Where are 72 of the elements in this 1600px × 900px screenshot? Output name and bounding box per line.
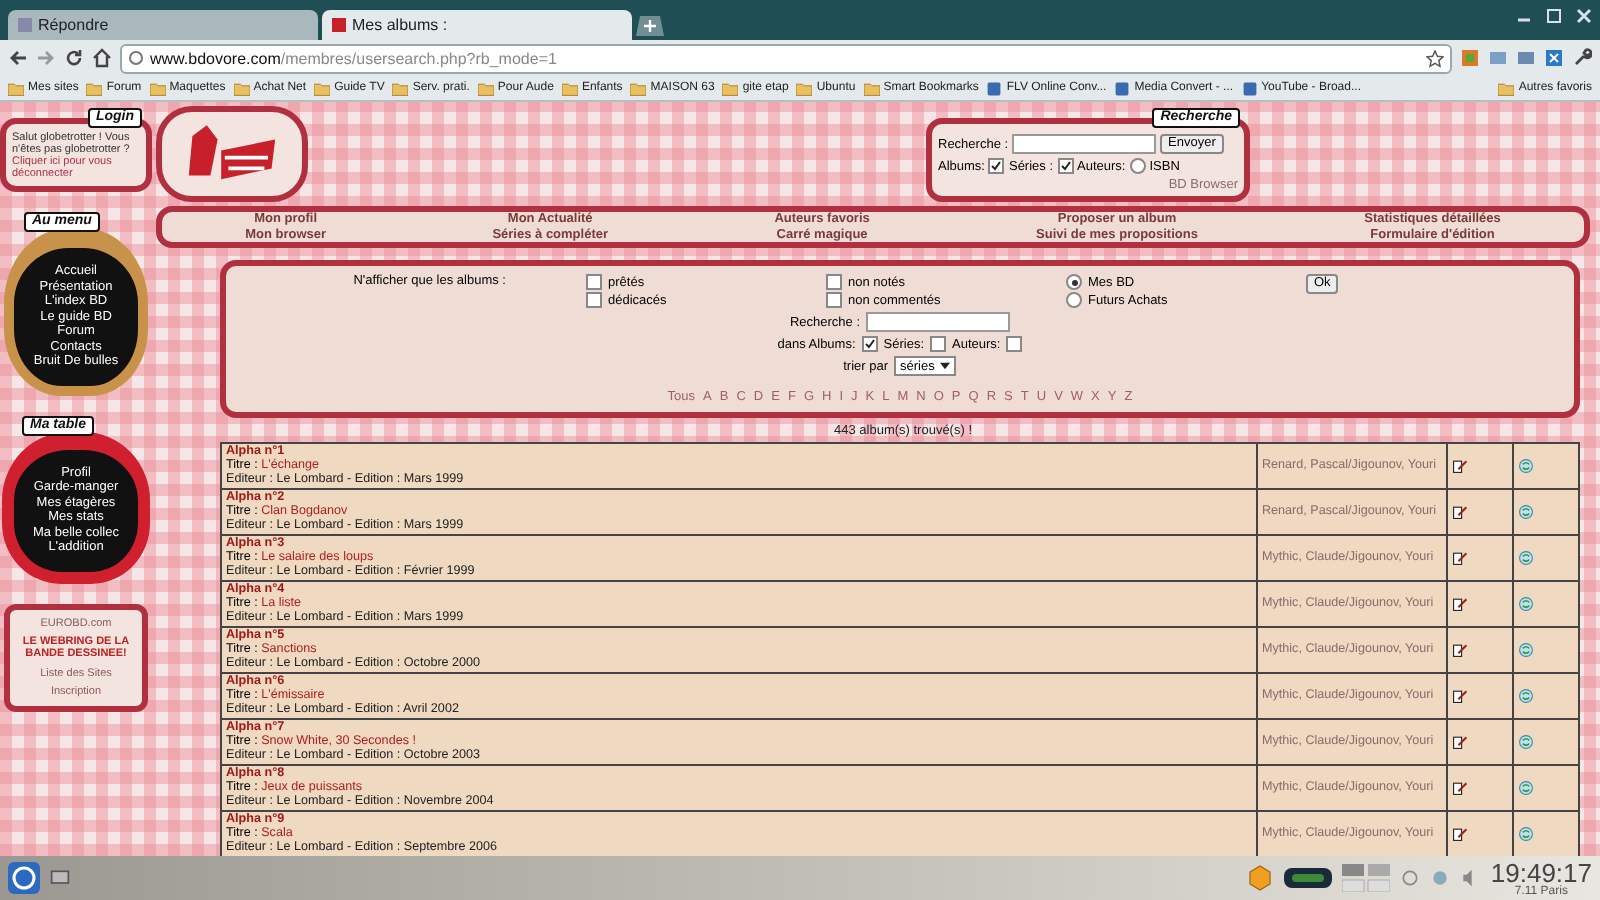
checkbox[interactable] [826, 274, 842, 290]
folder-icon [392, 81, 409, 95]
edit-icon[interactable] [1452, 688, 1468, 704]
new-tab-icon[interactable] [636, 16, 664, 36]
folder-icon [233, 81, 250, 95]
folder-icon [722, 81, 739, 95]
page-icon [1114, 81, 1131, 95]
reload-icon[interactable] [64, 48, 84, 68]
globe-icon[interactable] [1518, 642, 1534, 658]
globe-icon[interactable] [1518, 734, 1534, 750]
edit-icon[interactable] [1452, 642, 1468, 658]
radio-button[interactable] [1066, 292, 1082, 308]
edit-icon[interactable] [1452, 734, 1468, 750]
package-icon[interactable] [1246, 864, 1275, 892]
page-icon [1241, 81, 1258, 95]
folder-icon [477, 81, 494, 95]
checkbox[interactable] [861, 336, 878, 352]
folder-icon [8, 81, 24, 95]
globe-icon[interactable] [1518, 504, 1534, 520]
folder-icon [796, 81, 813, 95]
folder-icon [149, 81, 166, 95]
folder-icon [630, 81, 647, 95]
update-icon[interactable] [1430, 868, 1451, 888]
folder-icon [1498, 81, 1515, 95]
page-icon [986, 81, 1003, 95]
search-field[interactable] [866, 312, 1011, 332]
checkbox[interactable] [586, 274, 602, 290]
checkbox[interactable] [826, 292, 842, 308]
globe-icon[interactable] [1518, 550, 1534, 566]
folder-icon [863, 81, 880, 95]
desktop-icon[interactable] [50, 868, 70, 888]
browser-tab[interactable]: Mes albums : [322, 10, 632, 40]
folder-icon [314, 81, 331, 95]
maximize-icon[interactable] [1544, 6, 1564, 26]
caret-icon [940, 362, 951, 370]
address-field[interactable]: www.bdovore.com/membres/usersearch.php?rb_mode=1 [120, 43, 1452, 73]
edit-icon[interactable] [1452, 780, 1468, 796]
folder-icon [561, 81, 578, 95]
edit-icon[interactable] [1452, 550, 1468, 566]
forward-icon[interactable] [36, 48, 56, 68]
edit-icon[interactable] [1452, 504, 1468, 520]
extension-icon[interactable] [1544, 48, 1564, 68]
edit-icon[interactable] [1452, 596, 1468, 612]
edit-icon[interactable] [1452, 458, 1468, 474]
close-icon[interactable] [1574, 6, 1594, 26]
edit-icon[interactable] [1452, 826, 1468, 842]
globe-icon[interactable] [1518, 596, 1534, 612]
network-icon[interactable] [1400, 868, 1421, 888]
wrench-icon[interactable] [1572, 48, 1592, 68]
globe-icon[interactable] [1518, 688, 1534, 704]
checkbox[interactable] [1006, 336, 1023, 352]
checkbox[interactable] [586, 292, 602, 308]
radio-button[interactable] [1066, 274, 1082, 290]
browser-tab[interactable]: Répondre [8, 10, 318, 40]
logo-drawing[interactable] [156, 106, 308, 202]
back-icon[interactable] [8, 48, 28, 68]
globe-icon[interactable] [1518, 458, 1534, 474]
home-icon[interactable] [92, 48, 112, 68]
desktop-pager[interactable] [1342, 864, 1391, 892]
folder-icon [86, 81, 103, 95]
search-field[interactable] [1012, 134, 1157, 154]
clock-time: 19:49:17 [1490, 859, 1592, 885]
checkbox[interactable] [930, 336, 947, 352]
star-icon[interactable] [1426, 49, 1444, 67]
checkbox[interactable] [1057, 158, 1074, 174]
radio-button[interactable] [1129, 158, 1146, 174]
page-icon [128, 50, 144, 66]
media-center-icon[interactable] [1284, 868, 1333, 888]
globe-icon[interactable] [1518, 826, 1534, 842]
globe-icon[interactable] [1518, 780, 1534, 796]
launcher-icon[interactable] [8, 862, 40, 894]
checkbox[interactable] [988, 158, 1005, 174]
